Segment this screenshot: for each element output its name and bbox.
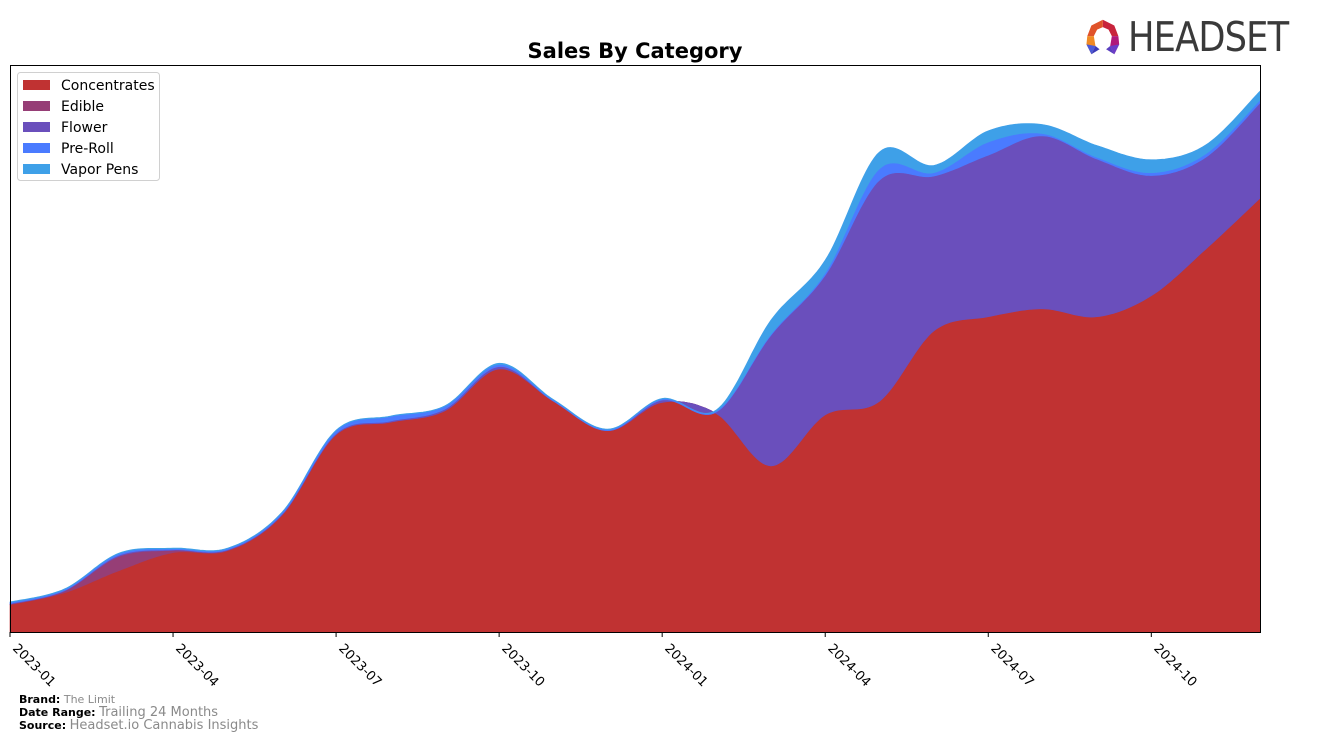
legend-label: Vapor Pens bbox=[61, 162, 138, 178]
source-label: Source: bbox=[19, 719, 67, 732]
legend-label: Concentrates bbox=[61, 78, 155, 94]
headset-logo: HEADSET bbox=[1084, 12, 1314, 62]
headset-logo-icon bbox=[1086, 19, 1120, 55]
footer-source: Source: Headset.io Cannabis Insights bbox=[19, 719, 258, 732]
headset-logo-text: HEADSET bbox=[1127, 12, 1289, 61]
sales-by-category-chart: Sales By Category 2023-01 2023-04 2023-07 2… bbox=[9, 39, 1261, 690]
legend-label: Pre-Roll bbox=[61, 141, 114, 157]
legend-swatch-vapor-pens bbox=[23, 164, 50, 174]
x-tick-label: 2023-01 bbox=[9, 641, 58, 690]
source-value: Headset.io Cannabis Insights bbox=[69, 718, 259, 733]
x-tick-label: 2024-07 bbox=[987, 641, 1036, 690]
x-tick-label: 2024-04 bbox=[824, 641, 873, 690]
x-tick-label: 2024-01 bbox=[661, 641, 710, 690]
chart-footer: Brand: The Limit Date Range: Trailing 24… bbox=[19, 693, 258, 732]
legend-label: Flower bbox=[61, 120, 108, 136]
legend-swatch-concentrates bbox=[23, 80, 50, 90]
x-tick-label: 2023-07 bbox=[335, 641, 384, 690]
legend-swatch-flower bbox=[23, 122, 50, 132]
legend-swatch-pre-roll bbox=[23, 143, 50, 153]
legend-swatch-edible bbox=[23, 101, 50, 111]
x-tick-label: 2023-04 bbox=[172, 641, 221, 690]
x-axis: 2023-01 2023-04 2023-07 2023-10 2024-01 2024-… bbox=[9, 632, 1199, 690]
chart-title: Sales By Category bbox=[528, 39, 743, 63]
x-tick-label: 2024-10 bbox=[1150, 641, 1199, 690]
legend: Concentrates Edible Flower Pre-Roll Vapor Pe… bbox=[17, 72, 160, 181]
x-tick-label: 2023-10 bbox=[498, 641, 547, 690]
legend-label: Edible bbox=[61, 99, 104, 115]
brand-label: Brand: bbox=[19, 693, 61, 706]
area-layers bbox=[9, 90, 1261, 633]
